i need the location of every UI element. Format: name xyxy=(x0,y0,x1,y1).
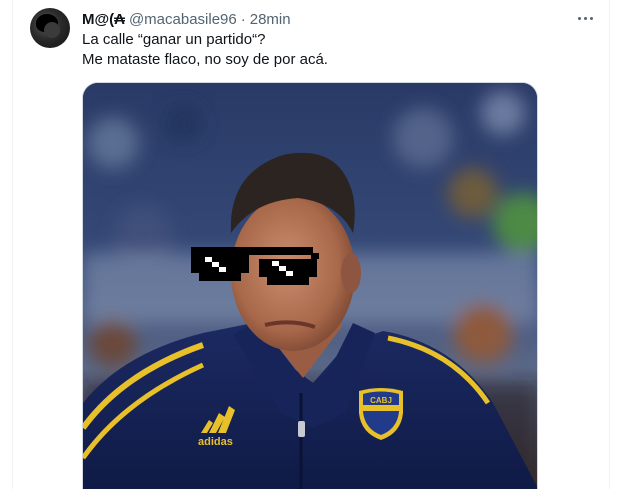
meme-photo: adidas CABJ xyxy=(83,83,537,489)
tweet-timestamp[interactable]: 28min xyxy=(250,11,291,28)
author-name[interactable]: M@(₳ xyxy=(82,11,125,28)
tweet-text: La calle “ganar un partido“? Me mataste … xyxy=(82,30,582,70)
more-options-button[interactable] xyxy=(574,8,596,28)
brand-text: adidas xyxy=(198,436,233,448)
ear xyxy=(341,253,361,293)
tweet-header: M@(₳ @macabasile96 · 28min xyxy=(82,9,291,29)
avatar[interactable] xyxy=(30,8,70,48)
tweet-text-line-1: La calle “ganar un partido“? xyxy=(82,31,266,48)
separator-dot: · xyxy=(240,10,246,28)
author-handle[interactable]: @macabasile96 xyxy=(129,11,237,28)
crest-text: CABJ xyxy=(370,396,392,405)
tweet-media-image[interactable]: adidas CABJ xyxy=(82,82,538,489)
zipper-pull xyxy=(298,421,305,437)
avatar-face xyxy=(44,22,60,38)
tweet-text-line-2: Me mataste flaco, no soy de por acá. xyxy=(82,51,328,68)
more-horizontal-icon xyxy=(577,16,581,20)
